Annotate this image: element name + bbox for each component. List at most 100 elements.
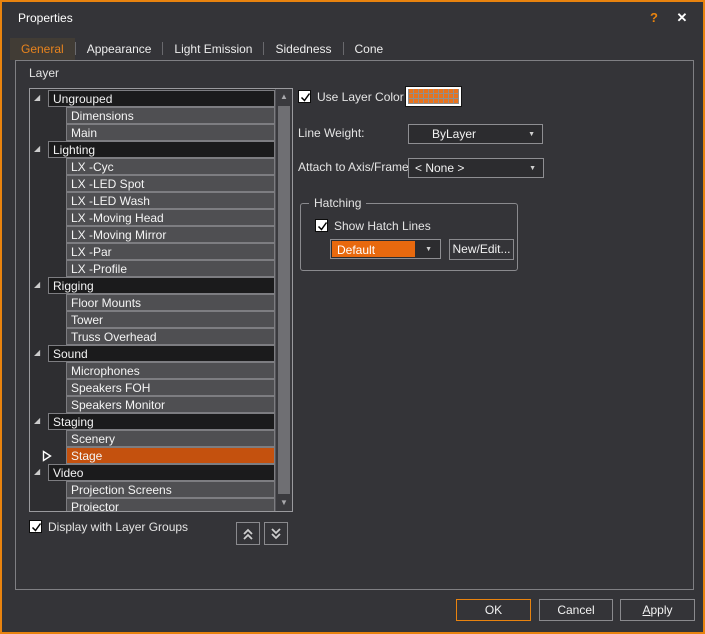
layer-row-label: Main xyxy=(66,124,275,141)
layer-row-label: Sound xyxy=(48,345,275,362)
scroll-up-icon[interactable]: ▲ xyxy=(276,89,292,105)
attach-to-axis-frame-value: < None > xyxy=(415,161,464,175)
ok-button[interactable]: OK xyxy=(456,599,531,621)
expander-icon[interactable]: ◢ xyxy=(34,467,40,477)
tab-light-emission[interactable]: Light Emission xyxy=(163,38,263,60)
move-layer-down-button[interactable] xyxy=(264,522,288,545)
checkmark-icon xyxy=(316,220,329,233)
layer-item-row[interactable]: Dimensions xyxy=(30,107,275,124)
window-title: Properties xyxy=(18,11,73,25)
chevron-down-icon: ▼ xyxy=(529,165,536,172)
line-weight-label: Line Weight: xyxy=(298,126,365,140)
layer-item-row[interactable]: LX -Profile xyxy=(30,260,275,277)
use-layer-color-label: Use Layer Color xyxy=(317,90,404,104)
layer-section-label: Layer xyxy=(29,66,59,80)
layer-item-row[interactable]: Stage xyxy=(30,447,275,464)
hatch-pattern-value: Default xyxy=(332,241,415,257)
layer-row-label: Rigging xyxy=(48,277,275,294)
help-icon[interactable]: ? xyxy=(645,9,663,27)
tab-strip: GeneralAppearanceLight EmissionSidedness… xyxy=(10,36,394,60)
layer-item-row[interactable]: LX -Moving Mirror xyxy=(30,226,275,243)
scrollbar-thumb[interactable] xyxy=(278,106,290,494)
apply-button[interactable]: Apply xyxy=(620,599,695,621)
scroll-down-icon[interactable]: ▼ xyxy=(276,495,292,511)
layer-group-row[interactable]: ◢ Staging xyxy=(30,413,275,430)
layer-item-row[interactable]: LX -Par xyxy=(30,243,275,260)
layer-group-row[interactable]: ◢ Video xyxy=(30,464,275,481)
double-chevron-down-icon xyxy=(269,527,283,541)
hatch-pattern-dropdown[interactable]: Default ▼ xyxy=(330,239,441,259)
line-weight-value: ByLayer xyxy=(432,127,476,141)
line-weight-dropdown[interactable]: ByLayer ▼ xyxy=(408,124,543,144)
show-hatch-lines-checkbox[interactable] xyxy=(315,219,328,232)
move-layer-up-button[interactable] xyxy=(236,522,260,545)
attach-to-axis-frame-label: Attach to Axis/Frame: xyxy=(298,160,412,174)
selected-item-arrow-icon xyxy=(42,450,52,462)
expander-icon[interactable]: ◢ xyxy=(34,416,40,426)
layer-color-swatch[interactable] xyxy=(405,86,462,107)
layer-item-row[interactable]: Scenery xyxy=(30,430,275,447)
layer-item-row[interactable]: LX -Cyc xyxy=(30,158,275,175)
expander-icon[interactable]: ◢ xyxy=(34,93,40,103)
expander-icon[interactable]: ◢ xyxy=(34,348,40,358)
layer-group-row[interactable]: ◢ Rigging xyxy=(30,277,275,294)
layer-row-label: Microphones xyxy=(66,362,275,379)
cancel-button[interactable]: Cancel xyxy=(539,599,613,621)
apply-button-label: Apply xyxy=(621,600,694,620)
tab-appearance[interactable]: Appearance xyxy=(76,38,163,60)
use-layer-color-checkbox[interactable] xyxy=(298,90,311,103)
layer-item-row[interactable]: Projection Screens xyxy=(30,481,275,498)
layer-item-row[interactable]: Microphones xyxy=(30,362,275,379)
tab-sidedness[interactable]: Sidedness xyxy=(264,38,342,60)
checkmark-icon xyxy=(299,91,312,104)
hatching-label: Hatching xyxy=(309,196,366,210)
cancel-button-label: Cancel xyxy=(540,600,612,620)
layer-row-label: LX -LED Spot xyxy=(66,175,275,192)
layer-row-label: LX -Moving Head xyxy=(66,209,275,226)
tab-cone[interactable]: Cone xyxy=(344,38,395,60)
properties-dialog: Properties ? ✕ GeneralAppearanceLight Em… xyxy=(0,0,705,634)
layer-row-label: Video xyxy=(48,464,275,481)
layer-row-label: LX -LED Wash xyxy=(66,192,275,209)
layer-item-row[interactable]: Truss Overhead xyxy=(30,328,275,345)
layer-item-row[interactable]: Floor Mounts xyxy=(30,294,275,311)
display-with-layer-groups-label: Display with Layer Groups xyxy=(48,520,188,534)
layer-item-row[interactable]: LX -Moving Head xyxy=(30,209,275,226)
display-with-layer-groups-checkbox[interactable] xyxy=(29,520,42,533)
layer-item-row[interactable]: LX -LED Wash xyxy=(30,192,275,209)
layer-row-label: Staging xyxy=(48,413,275,430)
layer-row-label: LX -Moving Mirror xyxy=(66,226,275,243)
layer-item-row[interactable]: Main xyxy=(30,124,275,141)
layer-item-row[interactable]: Tower xyxy=(30,311,275,328)
layer-item-row[interactable]: LX -LED Spot xyxy=(30,175,275,192)
layer-row-label: Dimensions xyxy=(66,107,275,124)
layer-row-label: Tower xyxy=(66,311,275,328)
ok-button-label: OK xyxy=(457,600,530,620)
layer-row-label: Truss Overhead xyxy=(66,328,275,345)
new-edit-button[interactable]: New/Edit... xyxy=(449,239,514,260)
layer-row-label: LX -Par xyxy=(66,243,275,260)
layer-tree-rows: ◢UngroupedDimensionsMain ◢ LightingLX -Cyc… xyxy=(30,90,275,511)
chevron-down-icon: ▼ xyxy=(425,246,432,253)
layer-item-row[interactable]: Projector xyxy=(30,498,275,512)
tab-general[interactable]: General xyxy=(10,38,75,60)
layer-row-label: LX -Cyc xyxy=(66,158,275,175)
expander-icon[interactable]: ◢ xyxy=(34,280,40,290)
expander-icon[interactable]: ◢ xyxy=(34,144,40,154)
attach-to-axis-frame-dropdown[interactable]: < None > ▼ xyxy=(408,158,544,178)
layer-group-row[interactable]: ◢ Lighting xyxy=(30,141,275,158)
layer-group-row[interactable]: ◢ Sound xyxy=(30,345,275,362)
layer-row-label: Lighting xyxy=(48,141,275,158)
layer-color-pattern xyxy=(408,89,459,104)
chevron-down-icon: ▼ xyxy=(528,131,535,138)
close-icon[interactable]: ✕ xyxy=(673,9,691,27)
layer-row-label: Speakers Monitor xyxy=(66,396,275,413)
tree-scrollbar[interactable]: ▲ ▼ xyxy=(275,89,292,511)
layer-row-label: Floor Mounts xyxy=(66,294,275,311)
double-chevron-up-icon xyxy=(241,527,255,541)
layer-item-row[interactable]: Speakers Monitor xyxy=(30,396,275,413)
hatching-groupbox xyxy=(300,203,518,271)
layer-row-label: Projector xyxy=(66,498,275,512)
layer-group-row[interactable]: ◢Ungrouped xyxy=(30,90,275,107)
layer-item-row[interactable]: Speakers FOH xyxy=(30,379,275,396)
